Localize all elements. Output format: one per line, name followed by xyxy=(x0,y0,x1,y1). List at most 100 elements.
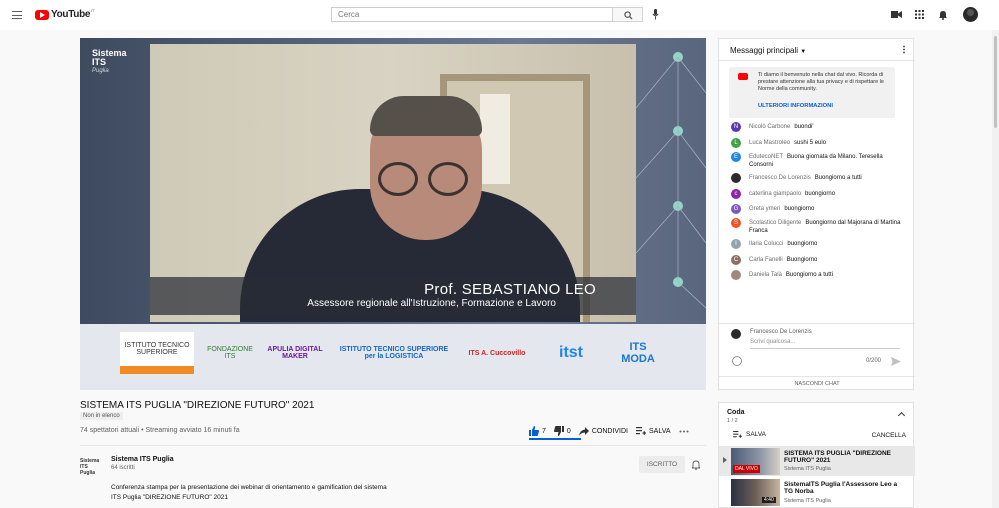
queue-item-title: SISTEMA ITS PUGLIA "DIREZIONE FUTURO" 20… xyxy=(784,450,891,464)
chat-author-avatar[interactable]: I xyxy=(731,239,741,249)
chat-author-avatar[interactable]: S xyxy=(731,218,741,228)
chat-author-avatar[interactable]: E xyxy=(731,152,741,162)
chat-author-avatar[interactable]: L xyxy=(731,138,741,148)
speaker-hair xyxy=(370,96,482,136)
queue-save-button[interactable]: SALVA xyxy=(733,431,766,438)
chat-message-text: buongiorno xyxy=(805,191,836,197)
account-avatar[interactable] xyxy=(963,7,978,22)
chat-author-name[interactable]: Luca Mastroleo xyxy=(749,140,790,146)
queue-item[interactable]: 4:40 SistemaITS Puglia l'Assessore Leo a… xyxy=(719,477,915,507)
chat-author-avatar[interactable] xyxy=(731,270,741,280)
queue-cancel-button[interactable]: CANCELLA xyxy=(872,432,906,439)
dislike-button[interactable]: 0 xyxy=(553,426,571,436)
duration-badge: 4:40 xyxy=(762,497,776,503)
notifications-bell-icon[interactable] xyxy=(939,10,947,20)
subscriber-count: 64 iscritti xyxy=(111,465,135,471)
like-ratio-fill xyxy=(529,438,581,440)
chat-author-name[interactable]: Scolastico Diligente xyxy=(749,220,801,226)
sponsor-logo: ISTITUTO TECNICO SUPERIORE per la LOGIST… xyxy=(339,346,449,360)
chat-message-body: Scolastico Diligente Buongiorno dal Major… xyxy=(749,219,903,235)
chat-message-text: Buongiorno a tutti xyxy=(814,175,862,181)
queue-item[interactable]: DAL VIVO SISTEMA ITS PUGLIA "DIREZIONE F… xyxy=(719,446,915,476)
chat-message: S Scolastico Diligente Buongiorno dal Majo… xyxy=(731,218,903,235)
like-button[interactable]: 7 xyxy=(529,426,546,436)
send-icon[interactable] xyxy=(891,357,901,366)
channel-avatar[interactable]: Sistema ITS Puglia xyxy=(80,458,102,476)
section-divider xyxy=(80,445,706,446)
chat-author-name[interactable]: Daniela Talà xyxy=(749,272,782,278)
chat-author-name[interactable]: Greta ymeri xyxy=(749,206,780,212)
chat-message: c caterlina giampaolo buongiorno xyxy=(731,189,903,199)
video-meta: 74 spettatori attuali • Streaming avviat… xyxy=(80,427,240,434)
chat-author-name[interactable]: Ilaria Colucci xyxy=(749,241,783,247)
queue-save-label: SALVA xyxy=(746,431,766,438)
chat-author-avatar[interactable]: c xyxy=(731,189,741,199)
queue-count: 1 / 2 xyxy=(727,418,738,424)
chat-message-input[interactable]: Scrivi qualcosa... xyxy=(750,339,795,345)
queue-item-channel: Sistema ITS Puglia xyxy=(784,466,831,472)
sponsor-logo: FONDAZIONE ITS xyxy=(207,346,253,360)
logo-country: IT xyxy=(91,8,95,13)
emoji-icon[interactable] xyxy=(732,356,742,366)
chat-input-underline xyxy=(750,348,900,349)
char-counter: 0/200 xyxy=(866,358,882,364)
more-actions-button[interactable] xyxy=(679,430,692,433)
dislike-count: 0 xyxy=(566,427,571,435)
video-player[interactable]: Sistema ITS Puglia Prof. SEBASTIANO LEO … xyxy=(80,38,706,390)
live-badge: DAL VIVO xyxy=(733,465,760,473)
save-button[interactable]: SALVA xyxy=(635,427,671,435)
welcome-text: Ti diamo il benvenuto nella chat dal viv… xyxy=(758,72,884,92)
learn-more-link[interactable]: ULTERIORI INFORMAZIONI xyxy=(758,103,833,109)
chat-author-avatar[interactable]: G xyxy=(731,204,741,214)
page-scrollbar[interactable] xyxy=(992,30,999,508)
chat-message-body: Carla Fanelli Buongiorno xyxy=(749,256,817,265)
chat-author-name[interactable]: Francesco De Lorenzis xyxy=(749,175,811,181)
search-button[interactable] xyxy=(612,7,643,22)
sponsor-logo: ITS A. Cuccovillo xyxy=(468,349,526,357)
description-line-1: Conferenza stampa per la presentazione d… xyxy=(111,484,387,491)
sponsor-logo: itst xyxy=(559,344,583,361)
video-title: SISTEMA ITS PUGLIA "DIREZIONE FUTURO" 20… xyxy=(80,400,315,411)
thumbs-up-icon xyxy=(529,426,539,436)
subscribe-button[interactable]: ISCRITTO xyxy=(639,456,685,473)
chat-more-options-icon[interactable] xyxy=(903,45,905,54)
video-actions: 7 0 CONDIVIDI SALVA xyxy=(529,424,700,438)
sponsor-logo: APULIA DIGITAL MAKER xyxy=(267,346,323,360)
more-horizontal-icon xyxy=(679,430,689,432)
search-icon xyxy=(624,11,633,20)
chat-author-name[interactable]: caterlina giampaolo xyxy=(749,191,801,197)
chat-message-body: Ilaria Colucci buongiorno xyxy=(749,240,817,249)
chat-message: N Nicolò Carbone buondi' xyxy=(731,122,903,132)
youtube-logo[interactable]: YouTube IT xyxy=(35,8,95,20)
menu-icon[interactable] xyxy=(12,11,22,19)
chat-author-name[interactable]: Nicolò Carbone xyxy=(749,124,790,130)
share-icon xyxy=(578,426,589,436)
channel-name[interactable]: Sistema ITS Puglia xyxy=(111,456,174,463)
sponsor-logo: ITS MODA xyxy=(621,341,655,365)
search-input[interactable]: Cerca xyxy=(331,7,613,22)
chat-author-avatar[interactable]: C xyxy=(731,255,741,265)
chat-input-avatar xyxy=(731,329,741,339)
microphone-icon[interactable] xyxy=(652,9,659,20)
chat-mode-dropdown[interactable]: Messaggi principali ▼ xyxy=(730,46,806,55)
chat-message-body: Greta ymeri buongiorno xyxy=(749,205,814,214)
chat-header: Messaggi principali ▼ xyxy=(719,39,915,61)
chat-message-text: Buongiorno a tutti xyxy=(785,272,833,278)
chat-author-avatar[interactable]: N xyxy=(731,122,741,132)
chat-author-avatar[interactable] xyxy=(731,173,741,183)
description-line-2: ITS Puglia "DIREZIONE FUTURO" 2021 xyxy=(111,494,228,501)
chat-message-body: caterlina giampaolo buongiorno xyxy=(749,190,835,199)
chat-message-body: Francesco De Lorenzis Buongiorno a tutti xyxy=(749,174,862,183)
playlist-add-icon xyxy=(733,431,742,438)
collapse-chevron-icon[interactable] xyxy=(897,411,906,420)
share-button[interactable]: CONDIVIDI xyxy=(578,426,628,436)
apps-icon[interactable] xyxy=(915,10,924,19)
channel-notifications-bell-icon[interactable] xyxy=(692,460,700,470)
hide-chat-button[interactable]: NASCONDI CHAT xyxy=(719,376,915,391)
chat-message: G Greta ymeri buongiorno xyxy=(731,204,903,214)
create-video-icon[interactable] xyxy=(891,10,902,19)
speaker-role: Assessore regionale all'Istruzione, Form… xyxy=(307,298,556,309)
speaker-glasses-left xyxy=(378,162,418,196)
chat-author-name[interactable]: EdutecoNET xyxy=(749,154,783,160)
chat-author-name[interactable]: Carla Fanelli xyxy=(749,257,783,263)
